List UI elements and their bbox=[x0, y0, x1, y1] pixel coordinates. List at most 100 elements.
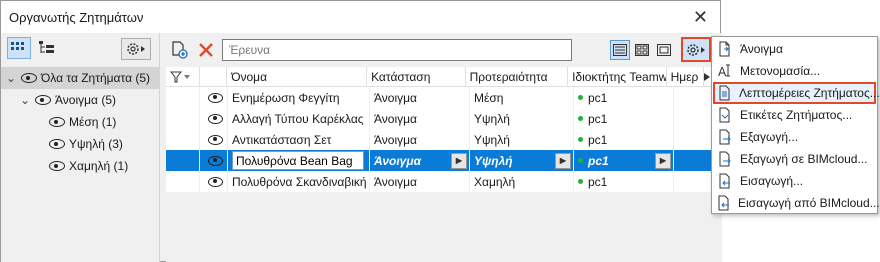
status-cell[interactable]: Άνοιγμα ▶ bbox=[370, 150, 470, 171]
menu-item-label: Λεπτομέρειες Ζητήματος... bbox=[739, 86, 880, 100]
new-issue-button[interactable] bbox=[170, 40, 190, 60]
issue-name: Πολυθρόνα Σκανδιναβική bbox=[232, 174, 367, 189]
tree-item-label: Μέση (1) bbox=[69, 115, 117, 129]
priority-cell[interactable]: Υψηλή bbox=[470, 108, 574, 129]
grid-view-button[interactable] bbox=[7, 37, 31, 59]
eye-icon[interactable] bbox=[208, 176, 223, 187]
window-title: Οργανωτής Ζητημάτων bbox=[9, 9, 144, 25]
status-dropdown[interactable]: Άνοιγμα ▶ bbox=[374, 152, 469, 169]
search-input[interactable] bbox=[222, 39, 572, 61]
column-header[interactable]: Όνομα bbox=[227, 67, 368, 86]
priority-cell[interactable]: Υψηλή ▶ bbox=[470, 150, 574, 171]
thumbnail-view-icon bbox=[635, 44, 649, 56]
eye-icon[interactable] bbox=[208, 155, 223, 166]
row-visibility[interactable] bbox=[200, 150, 228, 171]
owner-cell[interactable]: pc1 ▶ bbox=[574, 150, 674, 171]
eye-icon[interactable] bbox=[49, 139, 65, 149]
owner-value: pc1 bbox=[588, 153, 609, 168]
priority-cell[interactable]: Υψηλή bbox=[470, 129, 574, 150]
left-toolbar bbox=[1, 33, 159, 63]
owner-cell[interactable]: pc1 bbox=[574, 129, 674, 150]
row-visibility[interactable] bbox=[200, 171, 228, 192]
owner-label: pc1 bbox=[578, 175, 607, 189]
eye-icon[interactable] bbox=[35, 95, 51, 105]
table-row[interactable]: Ενημέρωση Φεγγίτη Άνοιγμα Μέση pc1 bbox=[166, 87, 712, 108]
tree-item[interactable]: ⌄ Άνοιγμα (5) bbox=[1, 89, 159, 111]
table-row[interactable]: Πολυθρόνα Σκανδιναβική Άνοιγμα Χαμηλή pc1 bbox=[166, 171, 712, 192]
tree-item[interactable]: Υψηλή (3) bbox=[1, 133, 159, 155]
left-settings-button[interactable] bbox=[121, 38, 151, 60]
issue-name[interactable]: Πολυθρόνα Bean Bag bbox=[232, 151, 364, 170]
owner-cell[interactable]: pc1 bbox=[574, 171, 674, 192]
priority-cell[interactable]: Μέση bbox=[470, 87, 574, 108]
menu-item-label: Εξαγωγή... bbox=[740, 130, 799, 144]
owner-value: pc1 bbox=[588, 132, 608, 147]
menu-item[interactable]: Εξαγωγή σε BIMcloud... bbox=[712, 148, 877, 170]
thumbnail-view-button[interactable] bbox=[632, 40, 652, 60]
row-visibility[interactable] bbox=[200, 87, 228, 108]
status-value: Άνοιγμα bbox=[374, 174, 417, 189]
title-bar: Οργανωτής Ζητημάτων ✕ bbox=[1, 1, 720, 33]
table-row[interactable]: Αντικατάσταση Σετ Άνοιγμα Υψηλή pc1 bbox=[166, 129, 712, 150]
issue-name-cell[interactable]: Αντικατάσταση Σετ bbox=[228, 129, 370, 150]
priority-value: Υψηλή bbox=[474, 132, 510, 147]
menu-item[interactable]: Λεπτομέρειες Ζητήματος... bbox=[713, 82, 880, 104]
priority-cell[interactable]: Χαμηλή bbox=[470, 171, 574, 192]
table-row[interactable]: Πολυθρόνα Bean Bag Άνοιγμα ▶ Υψηλή ▶ pc1 ▶ bbox=[166, 150, 712, 171]
column-header[interactable]: Ιδιοκτήτης Teamwork bbox=[568, 67, 667, 86]
preview-view-icon bbox=[657, 44, 671, 56]
row-visibility[interactable] bbox=[200, 129, 228, 150]
status-cell[interactable]: Άνοιγμα bbox=[370, 171, 470, 192]
chevron-down-icon[interactable]: ⌄ bbox=[19, 94, 31, 106]
eye-icon[interactable] bbox=[208, 92, 223, 103]
issue-name-cell[interactable]: Αλλαγή Τύπου Καρέκλας bbox=[228, 108, 370, 129]
column-header[interactable]: Προτεραιότητα bbox=[466, 67, 569, 86]
eye-icon[interactable] bbox=[21, 73, 37, 83]
menu-item[interactable]: Εισαγωγή... bbox=[712, 170, 877, 192]
menu-item[interactable]: Άνοιγμα bbox=[712, 38, 877, 60]
chevron-down-icon[interactable]: ⌄ bbox=[5, 72, 17, 84]
status-cell[interactable]: Άνοιγμα bbox=[370, 129, 470, 150]
eye-icon[interactable] bbox=[208, 134, 223, 145]
tree-item-label: Χαμηλή (1) bbox=[69, 159, 129, 173]
tree-item[interactable]: ⌄ Όλα τα Ζητήματα (5) bbox=[1, 67, 159, 89]
menu-item[interactable]: Εξαγωγή... bbox=[712, 126, 877, 148]
gear-icon bbox=[687, 43, 705, 56]
close-icon[interactable]: ✕ bbox=[693, 7, 708, 28]
eye-icon[interactable] bbox=[49, 117, 65, 127]
column-visibility-header[interactable] bbox=[166, 67, 200, 86]
tree-item[interactable]: Χαμηλή (1) bbox=[1, 155, 159, 177]
eye-icon[interactable] bbox=[208, 113, 223, 124]
column-header[interactable]: Ημερ bbox=[667, 67, 705, 86]
options-menu-button[interactable] bbox=[681, 37, 711, 62]
owner-cell[interactable]: pc1 bbox=[574, 87, 674, 108]
date-cell bbox=[674, 129, 712, 150]
preview-view-button[interactable] bbox=[654, 40, 674, 60]
issue-name-cell[interactable]: Πολυθρόνα Σκανδιναβική bbox=[228, 171, 370, 192]
menu-item[interactable]: Εισαγωγή από BIMcloud... bbox=[712, 192, 880, 214]
menu-item[interactable]: A Μετονομασία... bbox=[712, 60, 877, 82]
table-row[interactable]: Αλλαγή Τύπου Καρέκλας Άνοιγμα Υψηλή pc1 bbox=[166, 108, 712, 129]
column-header[interactable]: Κατάσταση bbox=[367, 67, 466, 86]
tree-item[interactable]: Μέση (1) bbox=[1, 111, 159, 133]
dropdown-arrow-icon[interactable]: ▶ bbox=[555, 152, 571, 169]
status-value: Άνοιγμα bbox=[374, 153, 422, 168]
delete-button[interactable] bbox=[196, 40, 216, 60]
row-visibility[interactable] bbox=[200, 108, 228, 129]
eye-icon[interactable] bbox=[49, 161, 65, 171]
left-panel: ⌄ Όλα τα Ζητήματα (5) ⌄ Άνοιγμα (5) Μέση (1)… bbox=[1, 33, 160, 262]
menu-item[interactable]: Ετικέτες Ζητήματος... bbox=[712, 104, 877, 126]
dropdown-arrow-icon[interactable]: ▶ bbox=[655, 152, 671, 169]
issue-name-cell[interactable]: Πολυθρόνα Bean Bag bbox=[228, 150, 370, 171]
status-cell[interactable]: Άνοιγμα bbox=[370, 108, 470, 129]
list-view-button[interactable] bbox=[610, 40, 630, 60]
owner-cell[interactable]: pc1 bbox=[574, 108, 674, 129]
main-toolbar bbox=[166, 33, 722, 67]
tree-view-button[interactable] bbox=[35, 37, 59, 59]
dropdown-arrow-icon[interactable]: ▶ bbox=[451, 152, 467, 169]
status-cell[interactable]: Άνοιγμα bbox=[370, 87, 470, 108]
menu-item-label: Ετικέτες Ζητήματος... bbox=[740, 108, 853, 122]
issue-organizer-window: Οργανωτής Ζητημάτων ✕ ⌄ Όλα τα Ζητήματα … bbox=[0, 0, 722, 262]
priority-dropdown[interactable]: Υψηλή ▶ bbox=[474, 152, 573, 169]
issue-name-cell[interactable]: Ενημέρωση Φεγγίτη bbox=[228, 87, 370, 108]
